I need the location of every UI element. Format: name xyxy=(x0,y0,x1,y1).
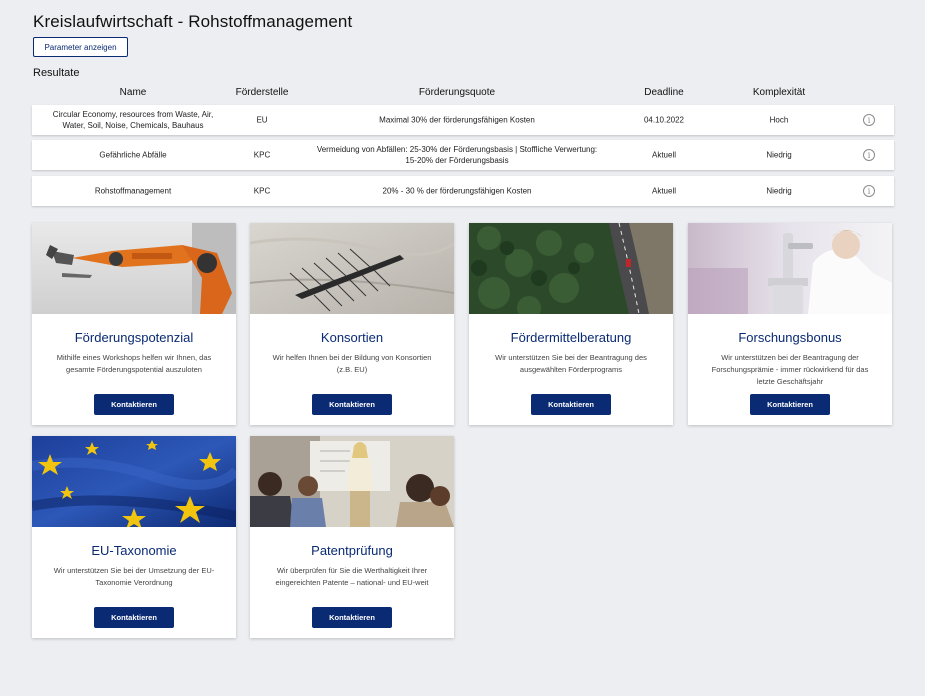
header-foerderungsquote: Förderungsquote xyxy=(418,87,496,98)
card-description: Mithilfe eines Workshops helfen wir Ihne… xyxy=(56,353,212,374)
rowing-boat-image xyxy=(250,223,454,314)
row-name: Circular Economy, resources from Waste, … xyxy=(52,110,214,130)
contact-button[interactable]: Kontaktieren xyxy=(750,394,830,415)
row-komplexitaet: Niedrig xyxy=(766,186,792,196)
service-card-konsortien: Konsortien Wir helfen Ihnen bei der Bild… xyxy=(250,223,454,425)
card-title: Konsortien xyxy=(320,330,384,345)
row-foerderstelle: EU xyxy=(256,115,268,125)
row-foerderstelle: KPC xyxy=(253,186,271,196)
info-icon[interactable]: i xyxy=(863,185,875,197)
meeting-presentation-image xyxy=(250,436,454,527)
contact-button[interactable]: Kontaktieren xyxy=(94,607,174,628)
page-title: Kreislaufwirtschaft - Rohstoffmanagement xyxy=(33,12,353,31)
card-title: Fördermittelberatung xyxy=(510,330,632,345)
row-foerderungsquote: Vermeidung von Abfällen: 25-30% der Förd… xyxy=(316,145,598,165)
row-foerderungsquote: Maximal 30% der förderungsfähigen Kosten xyxy=(379,115,535,125)
card-description: Wir überprüfen für Sie die Werthaltigkei… xyxy=(275,566,429,587)
card-title: Patentprüfung xyxy=(311,543,393,558)
service-card-foerderungspotenzial: Förderungspotenzial Mithilfe eines Works… xyxy=(32,223,236,425)
row-foerderstelle: KPC xyxy=(253,150,271,160)
row-deadline: Aktuell xyxy=(651,186,676,196)
row-deadline: Aktuell xyxy=(651,150,676,160)
service-card-forschungsbonus: Forschungsbonus Wir unterstützen bei der… xyxy=(688,223,892,425)
contact-button[interactable]: Kontaktieren xyxy=(312,607,392,628)
service-card-foerdermittelberatung: Fördermittelberatung Wir unterstützen Si… xyxy=(469,223,673,425)
header-name: Name xyxy=(119,87,147,98)
header-foerderstelle: Förderstelle xyxy=(235,87,289,98)
results-table-header: Name Förderstelle Förderungsquote Deadli… xyxy=(32,87,894,101)
row-name: Gefährliche Abfälle xyxy=(99,150,167,160)
contact-button[interactable]: Kontaktieren xyxy=(531,394,611,415)
service-card-eu-taxonomie: EU-Taxonomie Wir unterstützen Sie bei de… xyxy=(32,436,236,638)
table-row[interactable]: Gefährliche Abfälle KPC Vermeidung von A… xyxy=(32,140,894,170)
card-title: Forschungsbonus xyxy=(738,330,842,345)
card-title: Förderungspotenzial xyxy=(74,330,194,345)
info-icon[interactable]: i xyxy=(863,149,875,161)
results-heading: Resultate xyxy=(33,67,80,79)
row-name: Rohstoffmanagement xyxy=(94,186,172,196)
card-description: Wir unterstützen Sie bei der Umsetzung d… xyxy=(53,566,215,587)
card-description: Wir unterstützen Sie bei der Beantragung… xyxy=(495,353,647,374)
row-deadline: 04.10.2022 xyxy=(643,115,685,125)
card-description: Wir helfen Ihnen bei der Bildung von Kon… xyxy=(272,353,432,374)
contact-button[interactable]: Kontaktieren xyxy=(94,394,174,415)
card-title: EU-Taxonomie xyxy=(91,543,177,558)
card-description: Wir unterstützen bei der Beantragung der… xyxy=(711,353,869,386)
row-komplexitaet: Hoch xyxy=(769,115,789,125)
info-icon[interactable]: i xyxy=(863,114,875,126)
header-deadline: Deadline xyxy=(644,87,684,98)
table-row[interactable]: Rohstoffmanagement KPC 20% - 30 % der fö… xyxy=(32,176,894,206)
robot-arm-image xyxy=(32,223,236,314)
row-komplexitaet: Niedrig xyxy=(766,150,792,160)
eu-flag-image xyxy=(32,436,236,527)
contact-button[interactable]: Kontaktieren xyxy=(312,394,392,415)
row-foerderungsquote: 20% - 30 % der förderungsfähigen Kosten xyxy=(382,186,532,196)
microscope-lab-image xyxy=(688,223,892,314)
header-komplexitaet: Komplexität xyxy=(752,87,806,98)
table-row[interactable]: Circular Economy, resources from Waste, … xyxy=(32,105,894,135)
service-card-patentpruefung: Patentprüfung Wir überprüfen für Sie die… xyxy=(250,436,454,638)
forest-road-image xyxy=(469,223,673,314)
show-parameters-button[interactable]: Parameter anzeigen xyxy=(33,37,128,57)
